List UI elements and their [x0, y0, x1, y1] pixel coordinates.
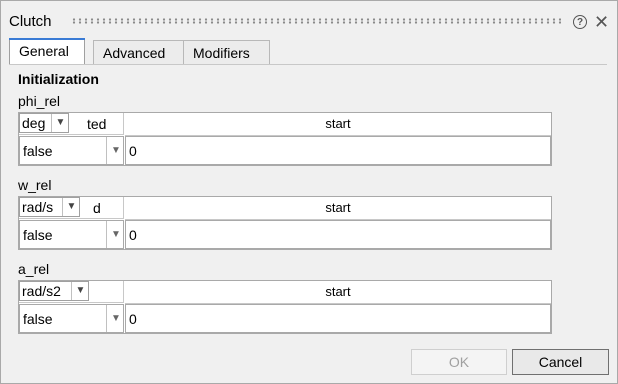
fixed-column-header: d rad/s ▼ [19, 197, 124, 219]
chevron-down-icon[interactable]: ▼ [106, 137, 125, 164]
drag-grip[interactable] [71, 18, 561, 24]
start-column-header: start [125, 197, 551, 220]
unit-dropdown[interactable]: rad/s2 ▼ [19, 281, 89, 301]
variable-grid-a-rel: rad/s2 ▼ start false ▼ 0 [18, 280, 552, 334]
fixed-select[interactable]: false ▼ [19, 136, 124, 165]
start-input-value: 0 [129, 227, 137, 243]
cancel-button[interactable]: Cancel [512, 349, 609, 375]
tab-general[interactable]: General [9, 38, 85, 65]
fixed-header-text: ted [87, 116, 107, 132]
start-input[interactable]: 0 [125, 220, 551, 249]
title-bar[interactable]: Clutch ? ✕ [1, 1, 617, 35]
unit-dropdown[interactable]: rad/s ▼ [19, 197, 80, 217]
chevron-down-icon[interactable]: ▼ [106, 305, 125, 332]
fixed-column-header: rad/s2 ▼ [19, 281, 124, 303]
unit-value: deg [22, 115, 46, 131]
section-title: Initialization [18, 71, 99, 87]
fixed-select-value: false [23, 311, 53, 327]
variable-grid-phi-rel: ted deg ▼ start false ▼ 0 [18, 112, 552, 166]
fixed-select-value: false [23, 227, 53, 243]
dialog-window: Clutch ? ✕ General Advanced Modifiers In… [0, 0, 618, 384]
fixed-column-header: ted deg ▼ [19, 113, 124, 135]
chevron-down-icon[interactable]: ▼ [106, 221, 125, 248]
fixed-select[interactable]: false ▼ [19, 304, 124, 333]
chevron-down-icon[interactable]: ▼ [62, 198, 80, 216]
start-column-header: start [125, 113, 551, 136]
tab-advanced[interactable]: Advanced [93, 40, 186, 64]
variable-grid-w-rel: d rad/s ▼ start false ▼ 0 [18, 196, 552, 250]
window-title: Clutch [9, 13, 52, 30]
close-icon[interactable]: ✕ [594, 13, 609, 31]
fixed-header-text: d [93, 200, 101, 216]
fixed-select-value: false [23, 143, 53, 159]
help-icon[interactable]: ? [573, 15, 587, 29]
variable-label-w-rel: w_rel [18, 177, 52, 193]
start-input-value: 0 [129, 143, 137, 159]
unit-value: rad/s [22, 199, 54, 215]
ok-button[interactable]: OK [411, 349, 507, 375]
start-input[interactable]: 0 [125, 304, 551, 333]
start-input[interactable]: 0 [125, 136, 551, 165]
fixed-select[interactable]: false ▼ [19, 220, 124, 249]
tab-modifiers[interactable]: Modifiers [183, 40, 270, 64]
start-column-header: start [125, 281, 551, 304]
start-input-value: 0 [129, 311, 137, 327]
unit-dropdown[interactable]: deg ▼ [19, 113, 69, 133]
unit-value: rad/s2 [22, 283, 61, 299]
variable-label-phi-rel: phi_rel [18, 93, 61, 109]
chevron-down-icon[interactable]: ▼ [51, 114, 69, 132]
variable-label-a-rel: a_rel [18, 261, 50, 277]
chevron-down-icon[interactable]: ▼ [71, 282, 89, 300]
